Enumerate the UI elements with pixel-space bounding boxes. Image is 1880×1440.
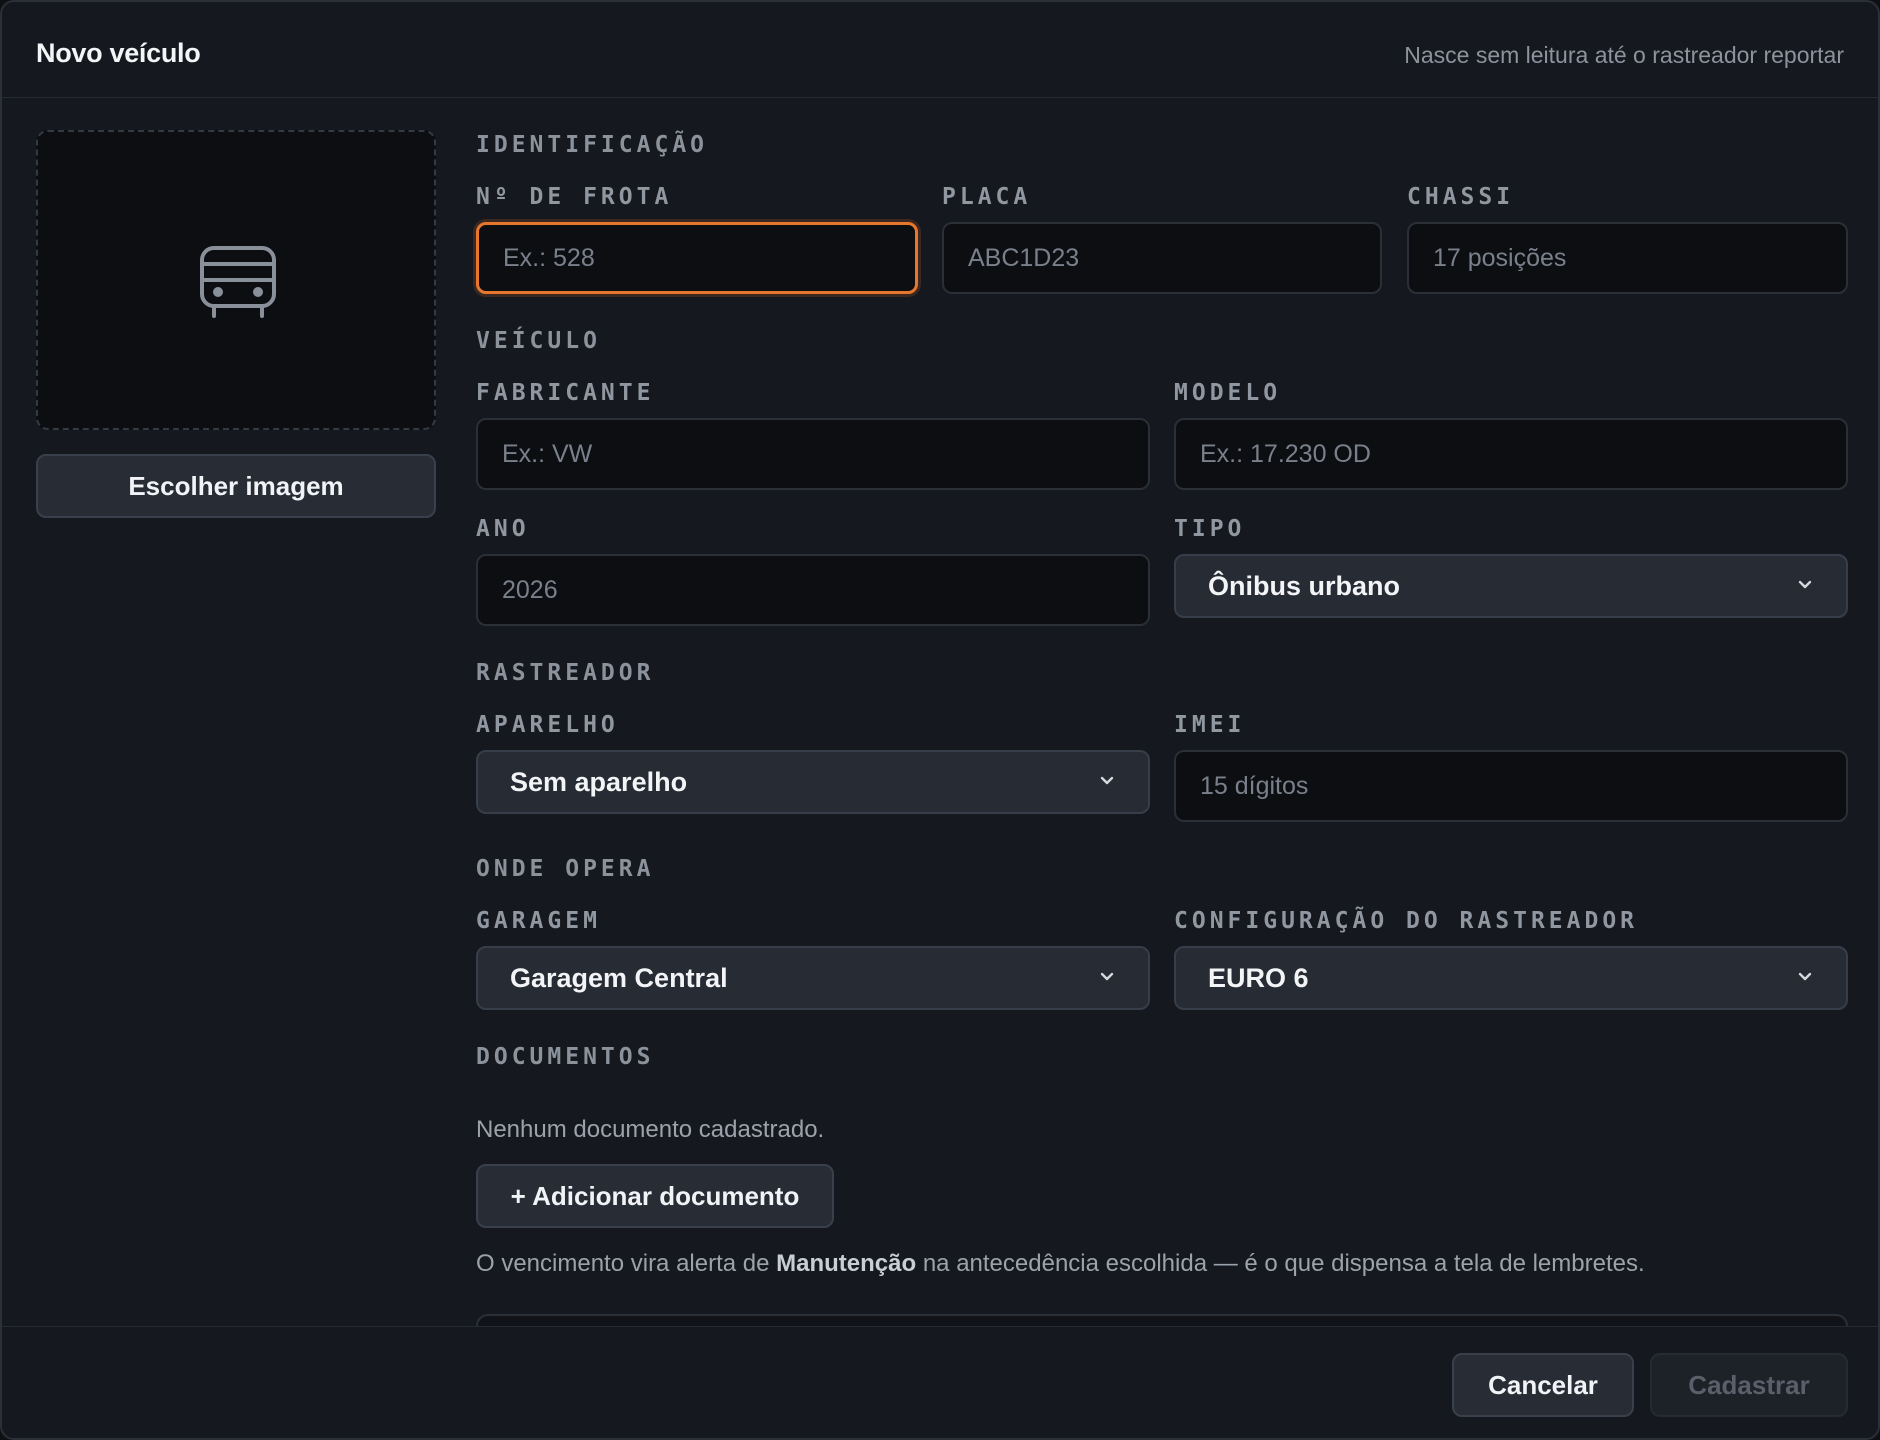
garagem-value: Garagem Central: [510, 962, 728, 993]
imei-placeholder: 15 dígitos: [1200, 771, 1309, 800]
chevron-down-icon: [1798, 580, 1812, 589]
modelo-input[interactable]: Ex.: 17.230 OD: [1174, 418, 1848, 490]
aparelho-value: Sem aparelho: [510, 766, 688, 797]
dialog-title: Novo veículo: [36, 38, 201, 68]
choose-image-button[interactable]: Escolher imagem: [36, 454, 436, 518]
add-document-button[interactable]: + Adicionar documento: [476, 1164, 834, 1228]
chassi-placeholder: 17 posições: [1433, 243, 1567, 272]
ano-label: ANO: [476, 516, 530, 542]
frota-placeholder: Ex.: 528: [503, 243, 595, 272]
frota-input[interactable]: Ex.: 528: [476, 222, 918, 294]
section-documentos: DOCUMENTOS: [476, 1044, 655, 1070]
dialog-header: Novo veículo Nasce sem leitura até o ras…: [2, 2, 1878, 98]
section-rastreador: RASTREADOR: [476, 660, 655, 686]
documents-note: O vencimento vira alerta de Manutenção n…: [476, 1250, 1645, 1278]
aparelho-label: APARELHO: [476, 712, 619, 738]
garagem-label: GARAGEM: [476, 908, 601, 934]
modelo-label: MODELO: [1174, 380, 1282, 406]
ano-input[interactable]: 2026: [476, 554, 1150, 626]
config-value: EURO 6: [1208, 962, 1309, 993]
aparelho-select[interactable]: Sem aparelho: [476, 750, 1150, 814]
cancel-button[interactable]: Cancelar: [1452, 1353, 1634, 1417]
section-veiculo: VEÍCULO: [476, 328, 601, 354]
section-onde-opera: ONDE OPERA: [476, 856, 655, 882]
new-vehicle-dialog: Novo veículo Nasce sem leitura até o ras…: [0, 0, 1880, 1440]
documents-empty-text: Nenhum documento cadastrado.: [476, 1116, 825, 1143]
image-dropzone[interactable]: [36, 130, 436, 430]
dialog-footer: Cancelar Cadastrar: [2, 1326, 1878, 1438]
note-bold: Manutenção: [776, 1250, 917, 1277]
submit-button[interactable]: Cadastrar: [1650, 1353, 1848, 1417]
imei-input[interactable]: 15 dígitos: [1174, 750, 1848, 822]
frota-label: Nº DE FROTA: [476, 184, 673, 210]
tipo-label: TIPO: [1174, 516, 1246, 542]
section-identificacao: IDENTIFICAÇÃO: [476, 132, 709, 158]
tipo-value: Ônibus urbano: [1208, 570, 1400, 601]
placa-label: PLACA: [942, 184, 1032, 210]
config-label: CONFIGURAÇÃO DO RASTREADOR: [1174, 908, 1639, 934]
chassi-input[interactable]: 17 posições: [1407, 222, 1848, 294]
garagem-select[interactable]: Garagem Central: [476, 946, 1150, 1010]
config-select[interactable]: EURO 6: [1174, 946, 1848, 1010]
dialog-subtitle: Nasce sem leitura até o rastreador repor…: [1404, 42, 1844, 68]
ano-placeholder: 2026: [502, 575, 558, 604]
chevron-down-icon: [1100, 972, 1114, 981]
fabricante-label: FABRICANTE: [476, 380, 655, 406]
chevron-down-icon: [1100, 776, 1114, 785]
bus-icon: [200, 246, 276, 318]
tipo-select[interactable]: Ônibus urbano: [1174, 554, 1848, 618]
fabricante-placeholder: Ex.: VW: [502, 439, 593, 468]
imei-label: IMEI: [1174, 712, 1246, 738]
chevron-down-icon: [1798, 972, 1812, 981]
chassi-label: CHASSI: [1407, 184, 1515, 210]
placa-input[interactable]: ABC1D23: [942, 222, 1382, 294]
note-suffix: na antecedência escolhida — é o que disp…: [916, 1250, 1645, 1277]
note-prefix: O vencimento vira alerta de: [476, 1250, 777, 1277]
fabricante-input[interactable]: Ex.: VW: [476, 418, 1150, 490]
placa-placeholder: ABC1D23: [968, 243, 1080, 272]
modelo-placeholder: Ex.: 17.230 OD: [1200, 439, 1371, 468]
